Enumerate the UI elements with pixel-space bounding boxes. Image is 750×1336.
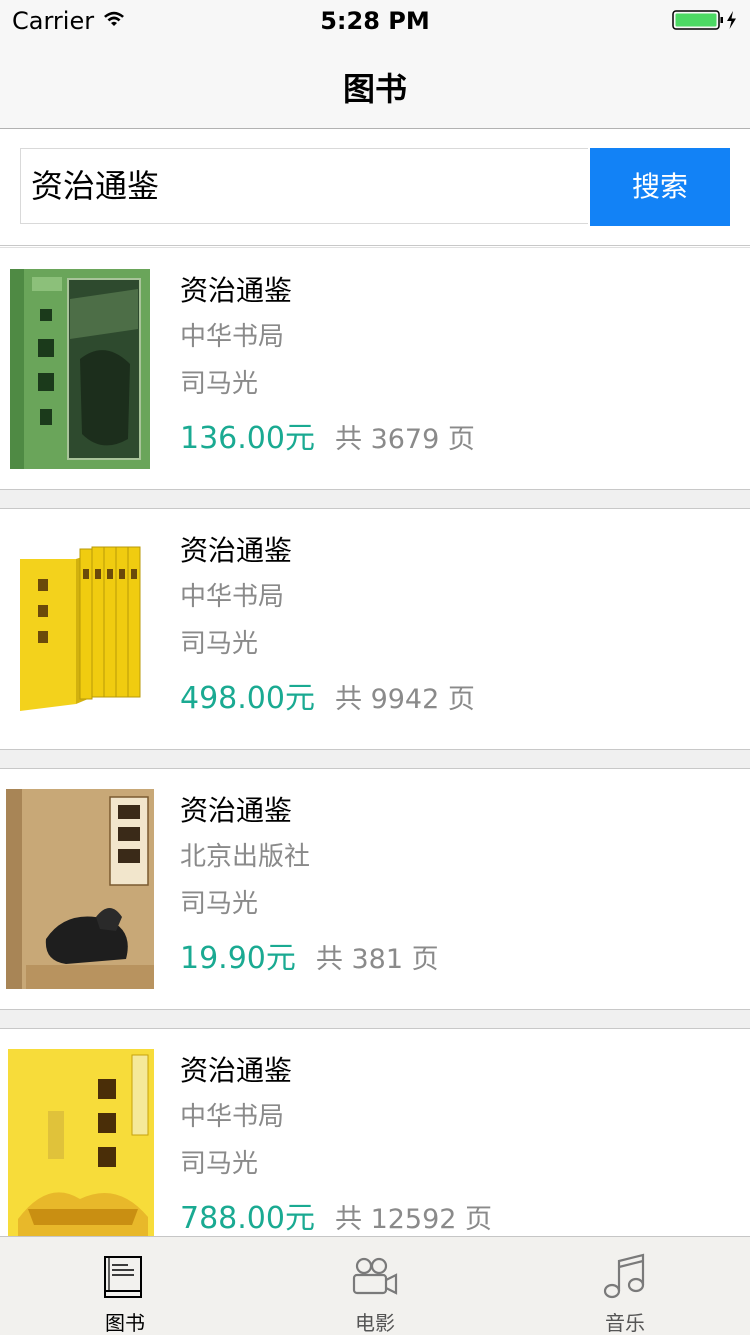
music-note-icon: [600, 1251, 650, 1301]
navigation-bar: 图书: [0, 40, 750, 129]
book-author: 司马光: [180, 889, 259, 919]
clock: 5:28 PM: [320, 7, 430, 35]
tab-movies[interactable]: 电影: [250, 1237, 500, 1335]
book-pages: 共 12592 页: [334, 1204, 493, 1235]
book-publisher: 中华书局: [180, 322, 285, 352]
book-pages: 共 9942 页: [334, 684, 475, 715]
book-author: 司马光: [180, 369, 259, 399]
book-publisher: 中华书局: [180, 1102, 285, 1132]
list-item[interactable]: 资治通鉴 中华书局 司马光 498.00元共 9942 页: [0, 509, 750, 749]
row-divider: [0, 1009, 750, 1029]
book-pages: 共 3679 页: [334, 424, 475, 455]
list-item[interactable]: 资治通鉴 北京出版社 司马光 19.90元共 381 页: [0, 769, 750, 1009]
search-input[interactable]: [20, 148, 588, 224]
tab-label: 电影: [355, 1311, 395, 1335]
book-price-line: 19.90元共 381 页: [180, 933, 439, 977]
tab-books[interactable]: 图书: [0, 1237, 250, 1335]
book-title: 资治通鉴: [180, 794, 293, 827]
book-price-line: 498.00元共 9942 页: [180, 673, 475, 717]
book-price: 136.00元: [180, 421, 315, 456]
tab-label: 图书: [105, 1311, 145, 1335]
page-title: 图书: [342, 70, 407, 108]
search-button[interactable]: 搜索: [590, 148, 730, 226]
book-title: 资治通鉴: [180, 274, 293, 307]
book-price-line: 136.00元共 3679 页: [180, 413, 475, 457]
book-price: 19.90元: [180, 941, 296, 976]
battery-icon: [672, 9, 742, 35]
book-cover: [6, 789, 154, 989]
book-cover: [10, 529, 150, 729]
book-price: 498.00元: [180, 681, 315, 716]
book-price: 788.00元: [180, 1201, 315, 1236]
book-pages: 共 381 页: [315, 944, 439, 975]
tab-label: 音乐: [605, 1311, 645, 1335]
book-author: 司马光: [180, 629, 259, 659]
divider: [0, 245, 750, 248]
book-cover: [8, 1049, 154, 1249]
row-divider: [0, 489, 750, 509]
book-cover: [10, 269, 150, 469]
book-title: 资治通鉴: [180, 534, 293, 567]
book-title: 资治通鉴: [180, 1054, 293, 1087]
row-divider: [0, 749, 750, 769]
book-publisher: 中华书局: [180, 582, 285, 612]
search-bar: 搜索: [20, 148, 730, 226]
book-price-line: 788.00元共 12592 页: [180, 1193, 492, 1237]
book-publisher: 北京出版社: [180, 842, 311, 872]
tab-music[interactable]: 音乐: [500, 1237, 750, 1335]
list-item[interactable]: 资治通鉴 中华书局 司马光 136.00元共 3679 页: [0, 249, 750, 489]
list-item[interactable]: 资治通鉴 中华书局 司马光 788.00元共 12592 页: [0, 1029, 750, 1269]
video-camera-icon: [350, 1251, 400, 1301]
status-bar: Carrier 5:28 PM: [0, 0, 750, 40]
book-author: 司马光: [180, 1149, 259, 1179]
tab-bar: 图书 电影 音乐: [0, 1236, 750, 1335]
book-icon: [100, 1251, 150, 1301]
